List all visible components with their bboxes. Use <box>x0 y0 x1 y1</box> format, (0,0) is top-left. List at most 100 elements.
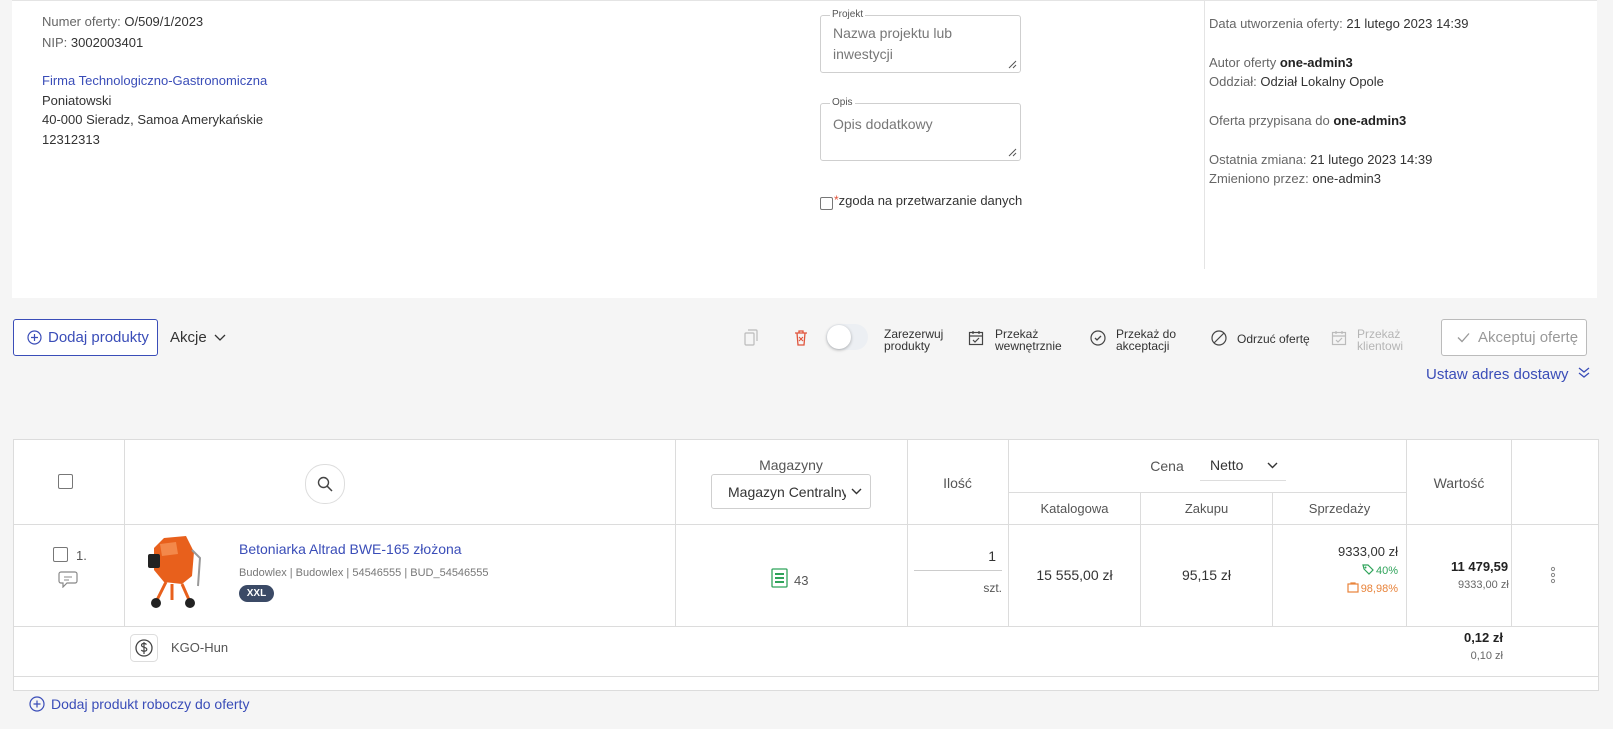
transfer-internal-icon[interactable] <box>968 330 984 346</box>
accept-transfer-line2: akceptacji <box>1116 339 1170 353</box>
fee-sub-value: 0,10 zł <box>1470 650 1503 662</box>
plus-circle-icon <box>29 696 45 712</box>
nip-row: NIP: 3002003401 <box>42 35 143 50</box>
select-all-checkbox[interactable] <box>58 474 73 489</box>
consent-label[interactable]: zgoda na przetwarzanie danych <box>839 193 1023 208</box>
changed-by-row: Zmieniono przez: one-admin3 <box>1209 171 1381 186</box>
margin-icon <box>1347 582 1359 593</box>
check-circle-icon[interactable] <box>1090 330 1106 346</box>
sale-price-value[interactable]: 9333,00 zł <box>1273 544 1398 559</box>
warehouse-select-value: Magazyn Centralny <box>728 484 846 500</box>
send-to-client-button: Przekaż klientowi <box>1357 328 1403 352</box>
stock-count: 43 <box>794 573 809 588</box>
tag-icon <box>1362 564 1374 575</box>
purchase-price-header: Zakupu <box>1184 501 1229 516</box>
more-options-icon[interactable] <box>1550 566 1556 584</box>
delivery-address-toggle[interactable]: Ustaw adres dostawy <box>1426 366 1590 383</box>
size-badge: XXL <box>239 585 274 602</box>
reject-offer-button[interactable]: Odrzuć ofertę <box>1237 333 1310 345</box>
sale-price-header: Sprzedaży <box>1308 501 1371 516</box>
created-row: Data utworzenia oferty: 21 lutego 2023 1… <box>1209 16 1468 31</box>
changed-row: Ostatnia zmiana: 21 lutego 2023 14:39 <box>1209 152 1432 167</box>
chevron-down-icon <box>1267 462 1278 469</box>
col-divider <box>124 440 125 626</box>
add-draft-product-button[interactable]: Dodaj produkt roboczy do oferty <box>29 696 249 712</box>
quantity-header: Ilość <box>943 475 972 491</box>
search-icon <box>317 476 333 492</box>
product-meta: Budowlex | Budowlex | 54546555 | BUD_545… <box>239 567 489 579</box>
quantity-unit: szt. <box>983 581 1002 595</box>
transfer-acceptance-button[interactable]: Przekaż do akceptacji <box>1116 328 1176 352</box>
created-label: Data utworzenia oferty: <box>1209 16 1343 31</box>
description-input[interactable]: Opis dodatkowy <box>833 114 1003 135</box>
stock-icon[interactable] <box>771 568 788 588</box>
catalog-price-value: 15 555,00 zł <box>1036 567 1113 583</box>
check-icon <box>1457 333 1470 343</box>
col-divider <box>1511 440 1512 626</box>
internal-line2: wewnętrznie <box>995 339 1062 353</box>
product-image[interactable] <box>142 532 206 610</box>
price-header: Cena <box>1150 458 1184 474</box>
accept-offer-button: Akceptuj ofertę <box>1441 319 1587 356</box>
actions-dropdown[interactable]: Akcje <box>170 329 226 346</box>
purchase-price-value: 95,15 zł <box>1181 567 1232 583</box>
toggle-knob <box>827 325 851 349</box>
company-phone: 12312313 <box>42 132 100 147</box>
transfer-internal-button[interactable]: Przekaż wewnętrznie <box>995 328 1062 352</box>
reserve-products-label[interactable]: Zarezerwuj produkty <box>884 328 943 352</box>
created-value: 21 lutego 2023 14:39 <box>1346 16 1469 31</box>
description-field-label: Opis <box>830 97 855 108</box>
plus-circle-icon <box>27 330 42 345</box>
author-label: Autor oferty <box>1209 55 1277 70</box>
header-divider <box>14 524 1598 525</box>
branch-label: Oddział: <box>1209 74 1257 89</box>
row-divider <box>14 626 1598 627</box>
add-products-label: Dodaj produkty <box>48 329 149 346</box>
changed-value: 21 lutego 2023 14:39 <box>1310 152 1433 167</box>
warehouse-select[interactable]: Magazyn Centralny <box>711 474 871 509</box>
trash-icon[interactable] <box>794 329 808 346</box>
price-mode-select[interactable]: Netto <box>1200 450 1286 481</box>
changed-by-label: Zmieniono przez: <box>1209 171 1309 186</box>
value-header: Wartość <box>1433 475 1485 491</box>
row-value-main: 11 479,59 zł <box>1451 559 1511 574</box>
row-checkbox[interactable] <box>53 547 68 562</box>
author-row: Autor oferty one-admin3 <box>1209 55 1353 70</box>
description-field[interactable]: Opis Opis dodatkowy <box>820 97 1021 161</box>
warehouses-header: Magazyny <box>759 457 823 473</box>
nip-value: 3002003401 <box>70 35 144 50</box>
col-divider <box>1406 440 1407 626</box>
accept-offer-label: Akceptuj ofertę <box>1478 329 1579 346</box>
column-divider <box>1204 1 1205 269</box>
send-to-client-icon <box>1331 331 1347 346</box>
search-button[interactable] <box>305 464 345 504</box>
offer-number-row: Numer oferty: O/509/1/2023 <box>42 14 203 29</box>
branch-row: Oddział: Odział Lokalny Opole <box>1209 74 1384 89</box>
consent-row: *zgoda na przetwarzanie danych <box>834 193 1022 208</box>
product-name-link[interactable]: Betoniarka Altrad BWE-165 złożona <box>239 541 462 557</box>
project-field[interactable]: Projekt Nazwa projektu lub inwestycji <box>820 9 1021 73</box>
copy-icon[interactable] <box>744 329 759 346</box>
resize-grip-icon[interactable] <box>1008 148 1017 157</box>
branch-value: Odział Lokalny Opole <box>1260 74 1384 89</box>
comment-icon[interactable] <box>58 570 78 588</box>
offer-header-card: Numer oferty: O/509/1/2023 NIP: 30020034… <box>12 0 1597 298</box>
quantity-value: 1 <box>988 548 996 564</box>
project-field-label: Projekt <box>830 9 866 20</box>
resize-grip-icon[interactable] <box>1008 60 1017 69</box>
reject-icon[interactable] <box>1211 330 1227 346</box>
assigned-value: one-admin3 <box>1333 113 1407 128</box>
reserve-toggle[interactable] <box>826 324 868 350</box>
fee-name: KGO-Hun <box>171 640 229 655</box>
project-input[interactable]: Nazwa projektu lub inwestycji <box>833 23 1003 65</box>
consent-checkbox[interactable] <box>820 197 833 210</box>
quantity-input[interactable]: 1 <box>914 544 1002 571</box>
changed-by-value: one-admin3 <box>1312 171 1381 186</box>
add-products-button[interactable]: Dodaj produkty <box>13 319 158 356</box>
double-chevron-down-icon <box>1578 367 1590 378</box>
margin-row: 98,98% <box>1273 582 1398 595</box>
discount-row: 40% <box>1273 564 1398 577</box>
company-link[interactable]: Firma Technologiczno-Gastronomiczna <box>42 73 267 88</box>
price-mode-value: Netto <box>1210 457 1244 473</box>
nip-label: NIP: <box>42 35 68 50</box>
